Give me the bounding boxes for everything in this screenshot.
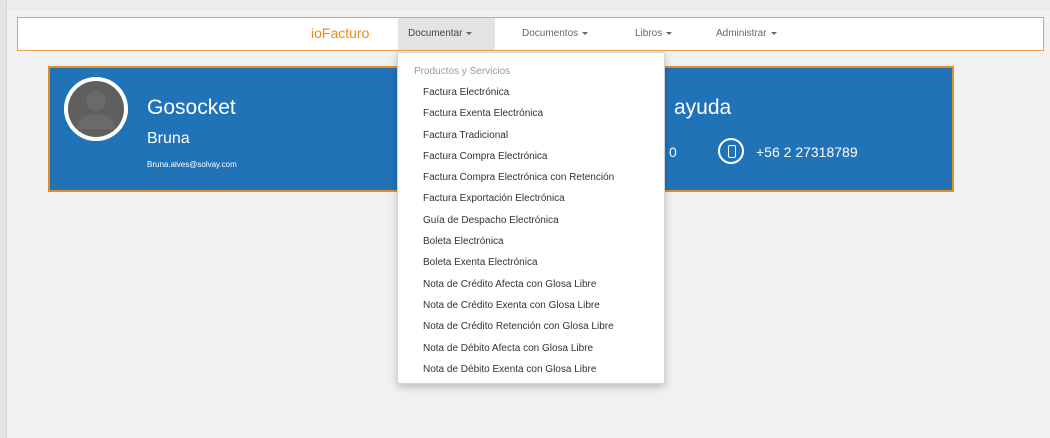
menu-item-factura-compra-retencion[interactable]: Factura Compra Electrónica con Retención: [398, 167, 664, 188]
navbar: ioFacturo Documentar Documentos Libros A…: [17, 17, 1044, 51]
menu-item-factura-electronica[interactable]: Factura Electrónica: [398, 82, 664, 103]
nav-documentos[interactable]: Documentos: [512, 18, 598, 50]
documentar-dropdown-menu: Productos y Servicios Factura Electrónic…: [397, 52, 665, 384]
nav-documentos-label: Documentos: [522, 28, 579, 39]
help-title: ayuda: [674, 96, 732, 119]
menu-item-factura-exportacion[interactable]: Factura Exportación Electrónica: [398, 188, 664, 209]
menu-item-factura-compra-electronica[interactable]: Factura Compra Electrónica: [398, 146, 664, 167]
nav-libros-label: Libros: [635, 28, 663, 39]
phone-screen-shape: [728, 145, 736, 158]
caret-down-icon: [582, 31, 589, 35]
menu-item-factura-tradicional[interactable]: Factura Tradicional: [398, 125, 664, 146]
left-edge: [0, 0, 7, 438]
caret-down-icon: [466, 31, 473, 35]
menu-item-guia-despacho[interactable]: Guía de Despacho Electrónica: [398, 210, 664, 231]
help-partial-text: 0: [669, 144, 677, 160]
user-name: Bruna: [147, 130, 190, 147]
mobile-phone-icon: [718, 138, 744, 164]
top-strip: [0, 0, 1050, 10]
menu-item-boleta-exenta[interactable]: Boleta Exenta Electrónica: [398, 252, 664, 273]
page: ioFacturo Documentar Documentos Libros A…: [0, 0, 1050, 438]
nav-documentar-label: Documentar: [408, 28, 463, 39]
company-name: Gosocket: [147, 96, 236, 119]
dropdown-header: Productos y Servicios: [414, 66, 511, 77]
brand-link[interactable]: ioFacturo: [311, 25, 369, 41]
menu-item-nc-retencion[interactable]: Nota de Crédito Retención con Glosa Libr…: [398, 316, 664, 337]
caret-down-icon: [770, 31, 777, 35]
nav-administrar-label: Administrar: [716, 28, 767, 39]
menu-item-nd-afecta[interactable]: Nota de Débito Afecta con Glosa Libre: [398, 338, 664, 359]
nav-libros[interactable]: Libros: [625, 18, 682, 50]
user-email: Bruna.alves@solvay.com: [147, 160, 237, 169]
menu-item-boleta-electronica[interactable]: Boleta Electrónica: [398, 231, 664, 252]
menu-item-factura-exenta-electronica[interactable]: Factura Exenta Electrónica: [398, 103, 664, 124]
menu-item-nc-afecta[interactable]: Nota de Crédito Afecta con Glosa Libre: [398, 274, 664, 295]
user-silhouette-icon: [64, 77, 128, 141]
phone-number: +56 2 27318789: [756, 144, 858, 160]
menu-item-nd-exenta[interactable]: Nota de Débito Exenta con Glosa Libre: [398, 359, 664, 380]
avatar: [64, 77, 128, 141]
nav-documentar[interactable]: Documentar: [398, 18, 495, 50]
nav-administrar[interactable]: Administrar: [706, 18, 787, 50]
caret-down-icon: [666, 31, 673, 35]
dropdown-list: Factura Electrónica Factura Exenta Elect…: [398, 82, 664, 380]
menu-item-nc-exenta[interactable]: Nota de Crédito Exenta con Glosa Libre: [398, 295, 664, 316]
